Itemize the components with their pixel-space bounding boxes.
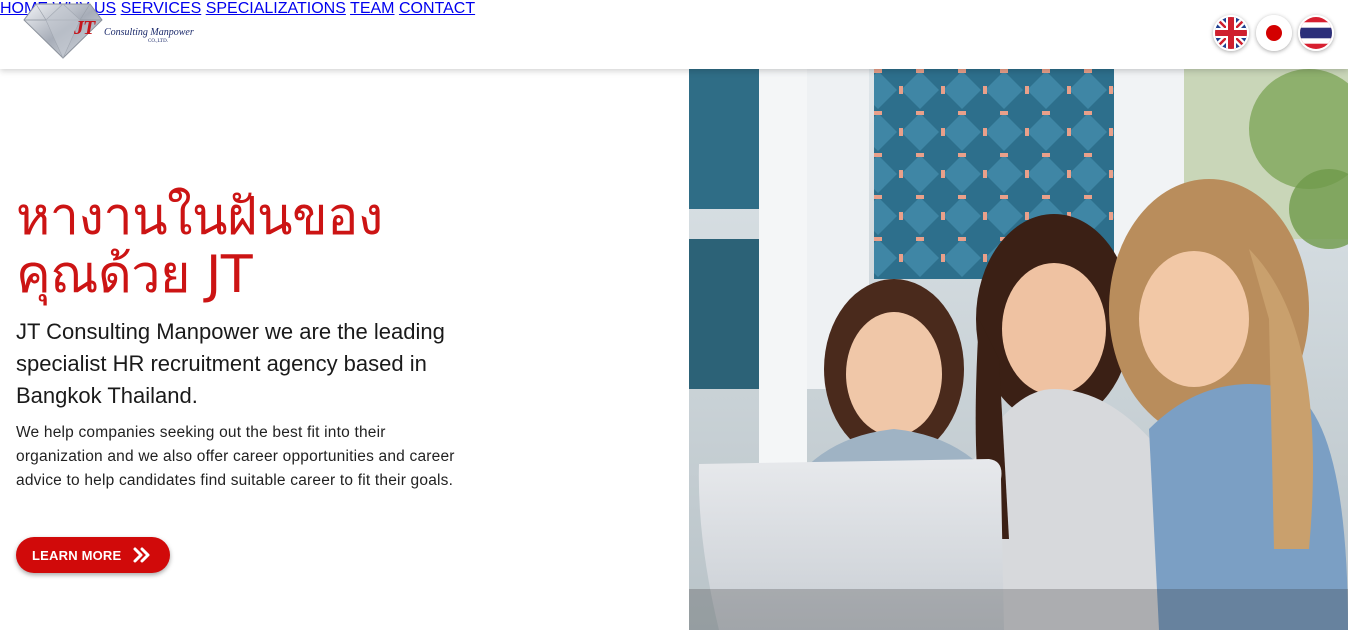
hero-title: หางานในฝันของ คุณด้วย JT — [16, 188, 656, 304]
hero-description: We help companies seeking out the best f… — [16, 424, 455, 489]
uk-flag-icon[interactable] — [1213, 15, 1249, 51]
nav-contact[interactable]: CONTACT — [399, 0, 475, 17]
logo-mark: JT — [74, 17, 95, 39]
main-nav: HOME WHY US SERVICES SPECIALIZATIONS TEA… — [0, 0, 1348, 18]
company-logo[interactable]: JT Consulting Manpower CO.,LTD. — [22, 0, 194, 62]
site-header: JT Consulting Manpower CO.,LTD. HOME WHY… — [0, 0, 1348, 69]
nav-specializations[interactable]: SPECIALIZATIONS — [206, 0, 346, 17]
learn-more-label: LEARN MORE — [32, 547, 122, 563]
learn-more-button[interactable]: LEARN MORE — [16, 537, 170, 573]
nav-team[interactable]: TEAM — [350, 0, 394, 17]
hero-title-line-1: หางานในฝันของ — [16, 187, 383, 247]
hero-lead: JT Consulting Manpower we are the leadin… — [16, 319, 445, 408]
double-chevron-right-icon — [133, 547, 150, 563]
logo-suffix: CO.,LTD. — [148, 39, 168, 44]
hero-photo — [689, 69, 1348, 630]
hero-title-line-2: คุณด้วย JT — [16, 245, 253, 305]
logo-name: Consulting Manpower — [104, 27, 194, 38]
japan-flag-icon[interactable] — [1256, 15, 1292, 51]
thailand-flag-icon[interactable] — [1298, 15, 1334, 51]
